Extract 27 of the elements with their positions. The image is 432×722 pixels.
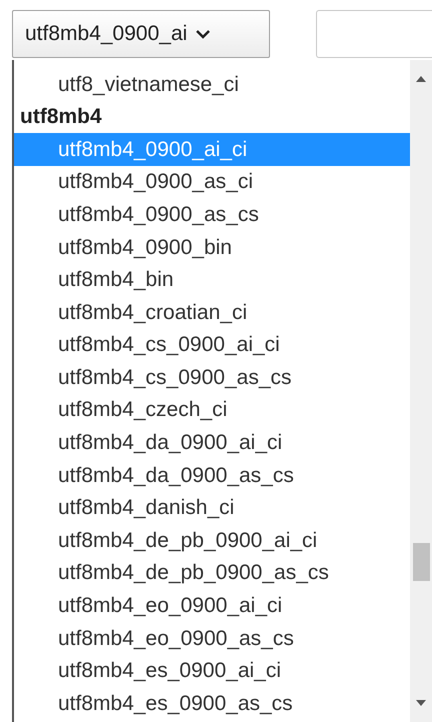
dropdown-option[interactable]: utf8mb4_danish_ci (14, 492, 410, 524)
dropdown-option[interactable]: utf8mb4_eo_0900_ai_ci (14, 590, 410, 622)
dropdown-option[interactable]: utf8mb4_cs_0900_as_cs (14, 361, 410, 394)
dropdown-option[interactable]: utf8mb4_es_0900_ai_ci (14, 654, 410, 688)
dropdown-option[interactable]: utf8mb4_de_pb_0900_as_cs (14, 556, 410, 590)
scrollbar[interactable] (410, 60, 432, 722)
dropdown-option[interactable]: utf8mb4_0900_as_cs (14, 198, 410, 231)
scroll-down-arrow-icon[interactable] (416, 700, 426, 706)
select-value: utf8mb4_0900_ai (25, 21, 188, 48)
dropdown-option[interactable]: utf8mb4_cs_0900_ai_ci (14, 328, 410, 362)
group-label: utf8mb4 (19, 104, 103, 130)
dropdown-option[interactable]: utf8mb4_czech_ci (14, 394, 410, 427)
text-field[interactable] (316, 10, 432, 58)
dropdown-option[interactable]: utf8mb4_da_0900_as_cs (14, 459, 410, 492)
scrollbar-thumb[interactable] (413, 543, 430, 581)
dropdown-option[interactable]: utf8mb4_bin (14, 264, 410, 296)
dropdown-option[interactable]: utf8mb4_eo_0900_as_cs (14, 622, 410, 655)
dropdown-option[interactable]: utf8_vietnamese_ci (14, 68, 410, 101)
dropdown-option[interactable]: utf8mb4_da_0900_ai_ci (14, 426, 410, 460)
chevron-down-icon (195, 28, 212, 40)
dropdown-option[interactable]: utf8mb4_es_0900_as_cs (14, 687, 410, 720)
scroll-up-arrow-icon[interactable] (416, 76, 426, 82)
dropdown-option[interactable]: utf8mb4_0900_bin (14, 230, 410, 264)
dropdown-option[interactable]: utf8mb4_0900_as_ci (14, 166, 410, 198)
dropdown-option[interactable]: utf8mb4_de_pb_0900_ai_ci (14, 524, 410, 557)
collation-select[interactable]: utf8mb4_0900_ai (12, 10, 270, 58)
dropdown-option[interactable]: utf8mb4_croatian_ci (14, 296, 410, 329)
